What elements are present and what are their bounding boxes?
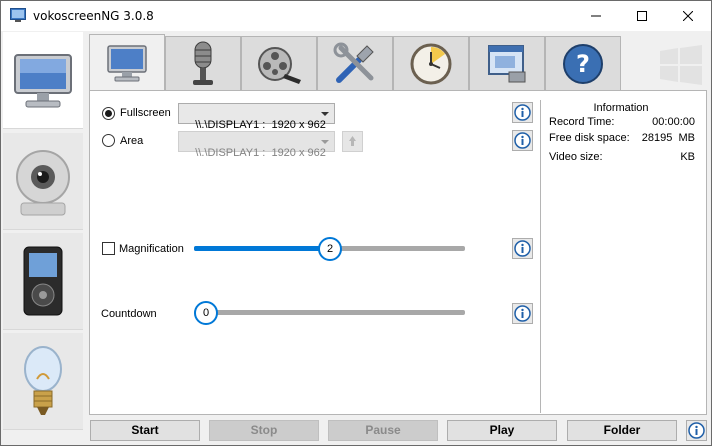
magnification-checkbox[interactable] (102, 242, 115, 255)
countdown-slider[interactable]: 0 (194, 301, 465, 325)
sidebar-item-player[interactable] (3, 233, 83, 330)
countdown-info-button[interactable] (512, 303, 533, 324)
microphone-icon (193, 41, 213, 85)
video-size-label: Video size: (549, 151, 603, 163)
app-icon (10, 8, 26, 22)
clock-icon (410, 43, 452, 85)
info-icon (514, 305, 531, 322)
window-title: vokoscreenNG 3.0.8 (33, 9, 154, 23)
countdown-slider-knob[interactable]: 0 (194, 301, 218, 325)
magnification-slider-knob[interactable]: 2 (318, 237, 342, 261)
arrow-up-icon (349, 136, 356, 146)
info-icon (688, 422, 705, 439)
free-disk-row: Free disk space: 28195 MB (549, 132, 695, 144)
tab-screen[interactable] (89, 34, 165, 90)
information-title: Information (593, 102, 649, 114)
close-icon (683, 11, 693, 21)
area-display-value: \\.\DISPLAY1 : 1920 x 962 (195, 147, 326, 159)
pause-button[interactable]: Pause (328, 420, 438, 441)
info-icon (514, 104, 531, 121)
film-reel-icon (258, 47, 301, 84)
magnification-label: Magnification (119, 243, 184, 255)
help-icon: ? (563, 44, 603, 84)
window-icon (488, 45, 526, 83)
fullscreen-info-button[interactable] (512, 102, 533, 123)
area-display-select[interactable]: \\.\DISPLAY1 : 1920 x 962 (178, 131, 335, 159)
maximize-icon (637, 11, 647, 21)
fullscreen-radio[interactable] (102, 107, 115, 120)
lightbulb-icon (24, 346, 62, 415)
about-info-button[interactable] (686, 420, 707, 441)
stop-button[interactable]: Stop (209, 420, 319, 441)
area-label: Area (120, 135, 144, 147)
media-player-icon (23, 246, 63, 316)
windows-logo-icon (660, 45, 702, 85)
area-radio[interactable] (102, 134, 115, 147)
info-icon (514, 132, 531, 149)
folder-button[interactable]: Folder (567, 420, 677, 441)
area-info-button[interactable] (512, 130, 533, 151)
fullscreen-display-value: \\.\DISPLAY1 : 1920 x 962 (195, 119, 326, 131)
monitor-icon (14, 54, 72, 108)
video-size-unit: KB (680, 151, 695, 163)
chevron-down-icon (321, 140, 329, 144)
tab-log[interactable] (469, 36, 545, 91)
information-panel: Information Record Time: 00:00:00 Free d… (540, 100, 700, 413)
tab-timer[interactable] (393, 36, 469, 91)
minimize-icon (591, 15, 601, 17)
monitor-icon (107, 44, 147, 81)
maximize-button[interactable] (619, 1, 665, 31)
record-time-label: Record Time: (549, 116, 615, 128)
free-disk-label: Free disk space: (549, 132, 630, 144)
webcam-icon (16, 150, 70, 216)
record-time-row: Record Time: 00:00:00 (549, 116, 695, 128)
close-button[interactable] (665, 1, 711, 31)
info-icon (514, 240, 531, 257)
record-time-value: 00:00:00 (652, 116, 695, 128)
tab-help[interactable]: ? (545, 36, 621, 91)
magnification-slider-fill (194, 246, 330, 251)
video-size-row: Video size: KB (549, 151, 695, 163)
magnification-slider[interactable]: 2 (194, 237, 465, 261)
free-disk-unit: MB (678, 132, 696, 144)
minimize-button[interactable] (573, 1, 619, 31)
fullscreen-display-select[interactable]: \\.\DISPLAY1 : 1920 x 962 (178, 103, 335, 131)
countdown-slider-track (194, 310, 465, 315)
sidebar-item-screen[interactable] (3, 32, 83, 129)
tab-audio[interactable] (165, 36, 241, 91)
sidebar-item-webcam[interactable] (3, 133, 83, 230)
svg-text:?: ? (576, 50, 590, 78)
tools-icon (333, 42, 374, 83)
countdown-label: Countdown (101, 308, 157, 320)
title-bar: vokoscreenNG 3.0.8 (1, 1, 711, 31)
app-window: vokoscreenNG 3.0.8 ? Fullscreen \\.\DISP… (0, 0, 712, 446)
play-button[interactable]: Play (447, 420, 557, 441)
sidebar-item-tips[interactable] (3, 333, 83, 430)
fullscreen-label: Fullscreen (120, 107, 171, 119)
free-disk-value: 28195 (641, 132, 673, 144)
chevron-down-icon (321, 112, 329, 116)
area-select-button[interactable] (342, 131, 363, 152)
tab-video[interactable] (241, 36, 317, 91)
magnification-info-button[interactable] (512, 238, 533, 259)
tab-settings[interactable] (317, 36, 393, 91)
start-button[interactable]: Start (90, 420, 200, 441)
